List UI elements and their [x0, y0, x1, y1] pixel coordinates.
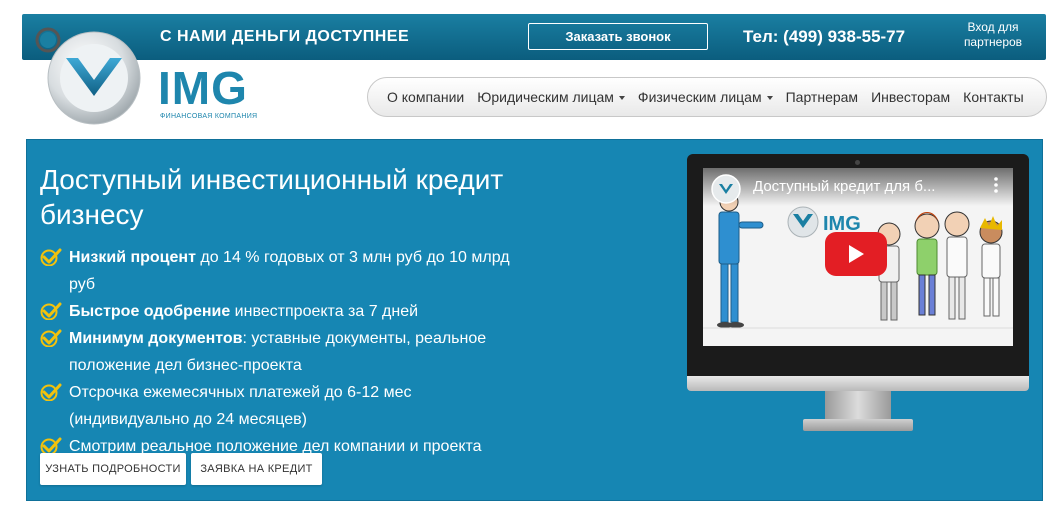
chevron-down-icon [766, 96, 773, 101]
more-options-icon[interactable] [993, 176, 999, 194]
check-icon [40, 248, 62, 266]
feature-text: инвестпроекта за 7 дней [230, 303, 419, 320]
channel-avatar-icon[interactable] [711, 174, 741, 204]
monitor-stand [825, 391, 891, 421]
feature-bold: Быстрое одобрение [69, 303, 231, 320]
nav-partners-label: Партнерам [785, 89, 859, 105]
hero-banner: Доступный инвестиционный кредит бизнесу … [26, 139, 1043, 501]
video-title[interactable]: Доступный кредит для б... [753, 178, 973, 195]
feature-item: Отсрочка ежемесячных платежей до 6-12 ме… [40, 379, 520, 433]
feature-item: Низкий процент до 14 % годовых от 3 млн … [40, 244, 520, 298]
chevron-down-icon [618, 96, 625, 101]
feature-item: Быстрое одобрение инвестпроекта за 7 дне… [40, 298, 520, 325]
feature-bold: Минимум документов [69, 330, 243, 347]
nav-individuals[interactable]: Физическим лицам [638, 89, 773, 105]
order-call-button[interactable]: Заказать звонок [528, 23, 708, 50]
top-bar: С НАМИ ДЕНЬГИ ДОСТУПНЕЕ Заказать звонок … [22, 14, 1046, 60]
phone-number[interactable]: Тел: (499) 938-55-77 [743, 27, 905, 47]
monitor-screen: IMG Доступный кредит для б... [687, 154, 1029, 376]
nav-partners[interactable]: Партнерам [786, 89, 858, 105]
feature-list: Низкий процент до 14 % годовых от 3 млн … [40, 244, 520, 460]
feature-text: Отсрочка ежемесячных платежей до 6-12 ме… [69, 384, 412, 428]
check-icon [40, 302, 62, 320]
nav-investors-label: Инвесторам [871, 89, 951, 105]
play-icon [849, 245, 864, 263]
logo-text[interactable]: IMG [158, 65, 248, 111]
nav-contacts[interactable]: Контакты [963, 89, 1023, 105]
nav-legal-entities[interactable]: Юридическим лицам [477, 89, 625, 105]
check-icon [40, 329, 62, 347]
nav-contacts-label: Контакты [963, 89, 1024, 105]
nav-investors[interactable]: Инвесторам [871, 89, 950, 105]
video-player[interactable]: IMG Доступный кредит для б... [703, 168, 1013, 346]
main-nav: О компании Юридическим лицам Физическим … [367, 77, 1047, 117]
logo-subtitle: Финансовая компания [160, 113, 258, 120]
hero-title: Доступный инвестиционный кредит бизнесу [40, 164, 504, 230]
monitor-stand-base [803, 419, 913, 431]
partner-login-link[interactable]: Вход для партнеров [952, 20, 1034, 50]
feature-bold: Низкий процент [69, 249, 196, 266]
slogan: С НАМИ ДЕНЬГИ ДОСТУПНЕЕ [160, 28, 410, 45]
monitor-video-frame: IMG Доступный кредит для б... [687, 154, 1029, 434]
check-icon [40, 383, 62, 401]
play-button[interactable] [825, 232, 887, 276]
nav-individuals-label: Физическим лицам [637, 89, 762, 105]
nav-legal-entities-label: Юридическим лицам [477, 89, 614, 105]
camera-dot [855, 160, 860, 165]
feature-item: Минимум документов: уставные документы, … [40, 325, 520, 379]
monitor-chin [687, 376, 1029, 391]
apply-credit-button[interactable]: Заявка на кредит [191, 453, 322, 485]
learn-more-button[interactable]: Узнать подробности [40, 453, 186, 485]
nav-about[interactable]: О компании [387, 89, 464, 105]
nav-about-label: О компании [387, 89, 465, 105]
logo-emblem-icon[interactable] [30, 24, 156, 130]
